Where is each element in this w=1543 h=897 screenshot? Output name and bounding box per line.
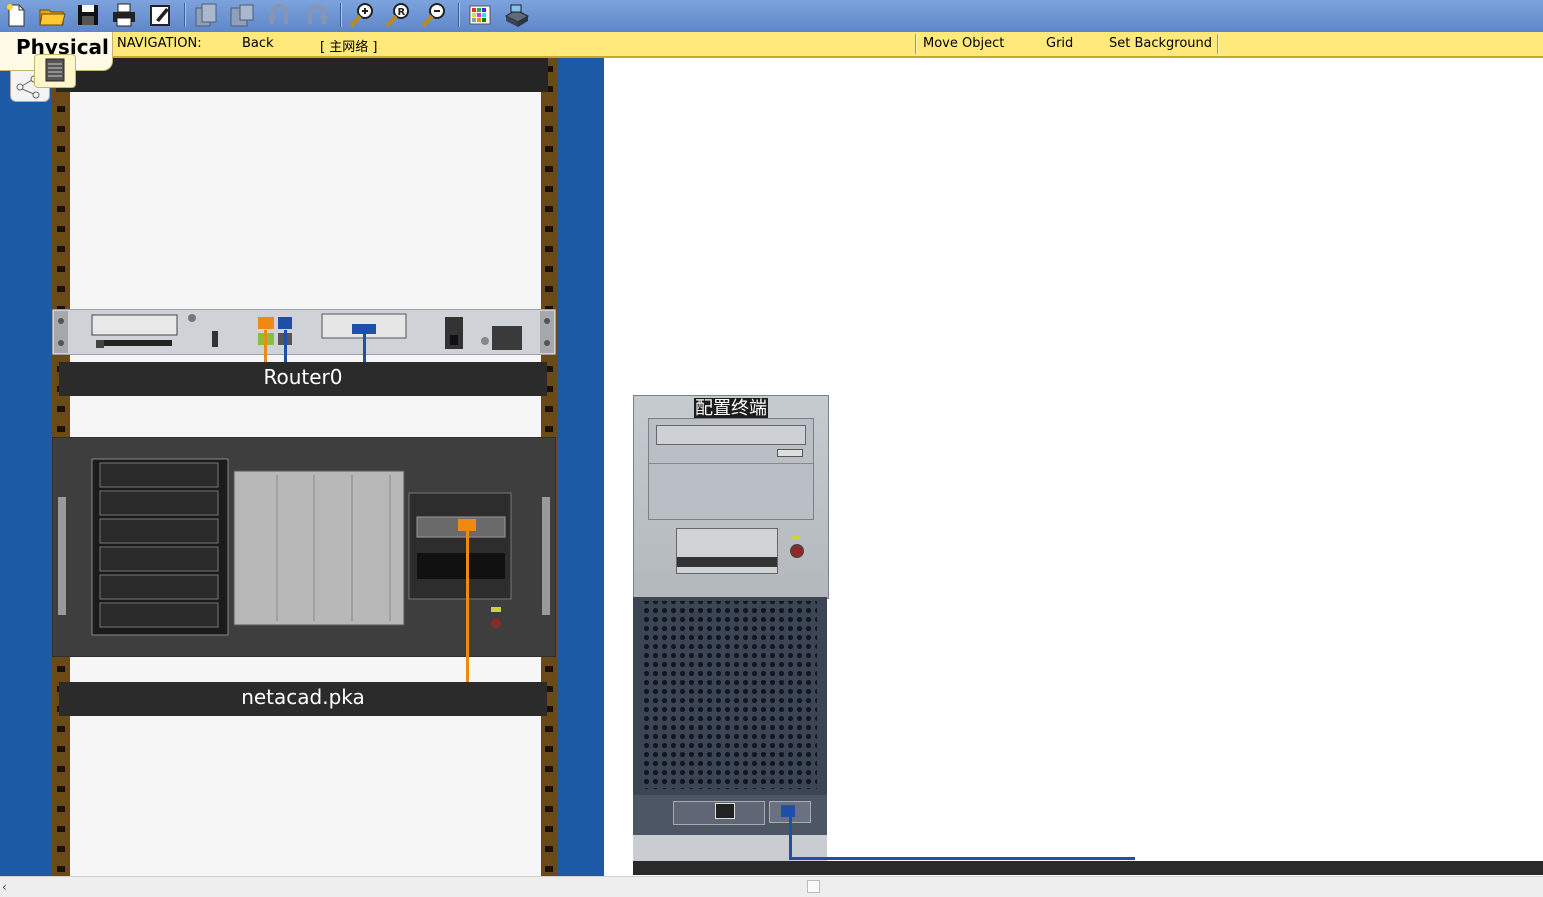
router-label-bar: Router0 bbox=[59, 362, 547, 396]
pc-serial-cable-vertical[interactable] bbox=[789, 812, 792, 858]
paste-icon[interactable] bbox=[228, 2, 256, 28]
pc-device[interactable]: 配置终端 bbox=[633, 395, 829, 599]
server-device[interactable] bbox=[51, 436, 557, 658]
redo-icon[interactable] bbox=[302, 2, 330, 28]
serial-cable-router-b[interactable] bbox=[363, 334, 366, 362]
pc-back-panel bbox=[633, 795, 827, 861]
open-folder-icon[interactable] bbox=[38, 2, 66, 28]
palette-icon[interactable] bbox=[466, 2, 494, 28]
horizontal-scrollbar[interactable]: ‹ bbox=[0, 876, 1543, 897]
pc-drive-bay bbox=[648, 418, 814, 520]
zoom-in-icon[interactable] bbox=[348, 2, 376, 28]
console-cable-server[interactable] bbox=[466, 521, 469, 682]
navigation-bar: NAVIGATION: Back [ 主网络 ] Move Object Gri… bbox=[0, 32, 1543, 58]
rack-icon bbox=[45, 58, 65, 82]
edit-icon[interactable] bbox=[146, 2, 174, 28]
server-label-bar: netacad.pka bbox=[59, 682, 547, 716]
scroll-left-icon[interactable]: ‹ bbox=[2, 880, 7, 894]
server-front-panel bbox=[51, 436, 557, 658]
back-button[interactable]: Back bbox=[242, 36, 274, 51]
device-icon[interactable] bbox=[502, 2, 530, 28]
pc-serial-cable-horizontal[interactable] bbox=[789, 857, 1135, 860]
rack-top-panel bbox=[56, 58, 548, 92]
svg-text:R: R bbox=[398, 7, 406, 18]
print-icon[interactable] bbox=[110, 2, 138, 28]
rack-view-button[interactable] bbox=[34, 54, 76, 88]
location-breadcrumb[interactable]: [ 主网络 ] bbox=[320, 36, 377, 55]
serial-cable-router-a[interactable] bbox=[284, 330, 287, 362]
router-label: Router0 bbox=[263, 365, 343, 389]
set-background-button[interactable]: Set Background bbox=[1109, 36, 1212, 51]
undo-icon[interactable] bbox=[266, 2, 294, 28]
pc-power-button[interactable] bbox=[790, 544, 804, 558]
move-object-button[interactable]: Move Object bbox=[923, 36, 1004, 51]
server-label: netacad.pka bbox=[241, 685, 365, 709]
zoom-out-icon[interactable] bbox=[420, 2, 448, 28]
pc-label: 配置终端 bbox=[694, 398, 768, 420]
table-surface bbox=[633, 861, 1543, 875]
router-front-panel bbox=[51, 308, 557, 356]
console-cable-router[interactable] bbox=[264, 330, 267, 362]
pc-vent-grill bbox=[633, 597, 827, 795]
pc-power-led bbox=[792, 536, 800, 540]
router-device[interactable] bbox=[51, 308, 557, 356]
zoom-reset-icon[interactable]: R bbox=[384, 2, 412, 28]
navigation-label: NAVIGATION: bbox=[117, 36, 202, 51]
grid-button[interactable]: Grid bbox=[1046, 36, 1073, 51]
pc-floppy-bay bbox=[676, 528, 778, 574]
copy-icon[interactable] bbox=[192, 2, 220, 28]
main-toolbar: R bbox=[0, 0, 1543, 33]
save-icon[interactable] bbox=[74, 2, 102, 28]
new-file-icon[interactable] bbox=[2, 2, 30, 28]
scroll-thumb[interactable] bbox=[807, 880, 820, 893]
